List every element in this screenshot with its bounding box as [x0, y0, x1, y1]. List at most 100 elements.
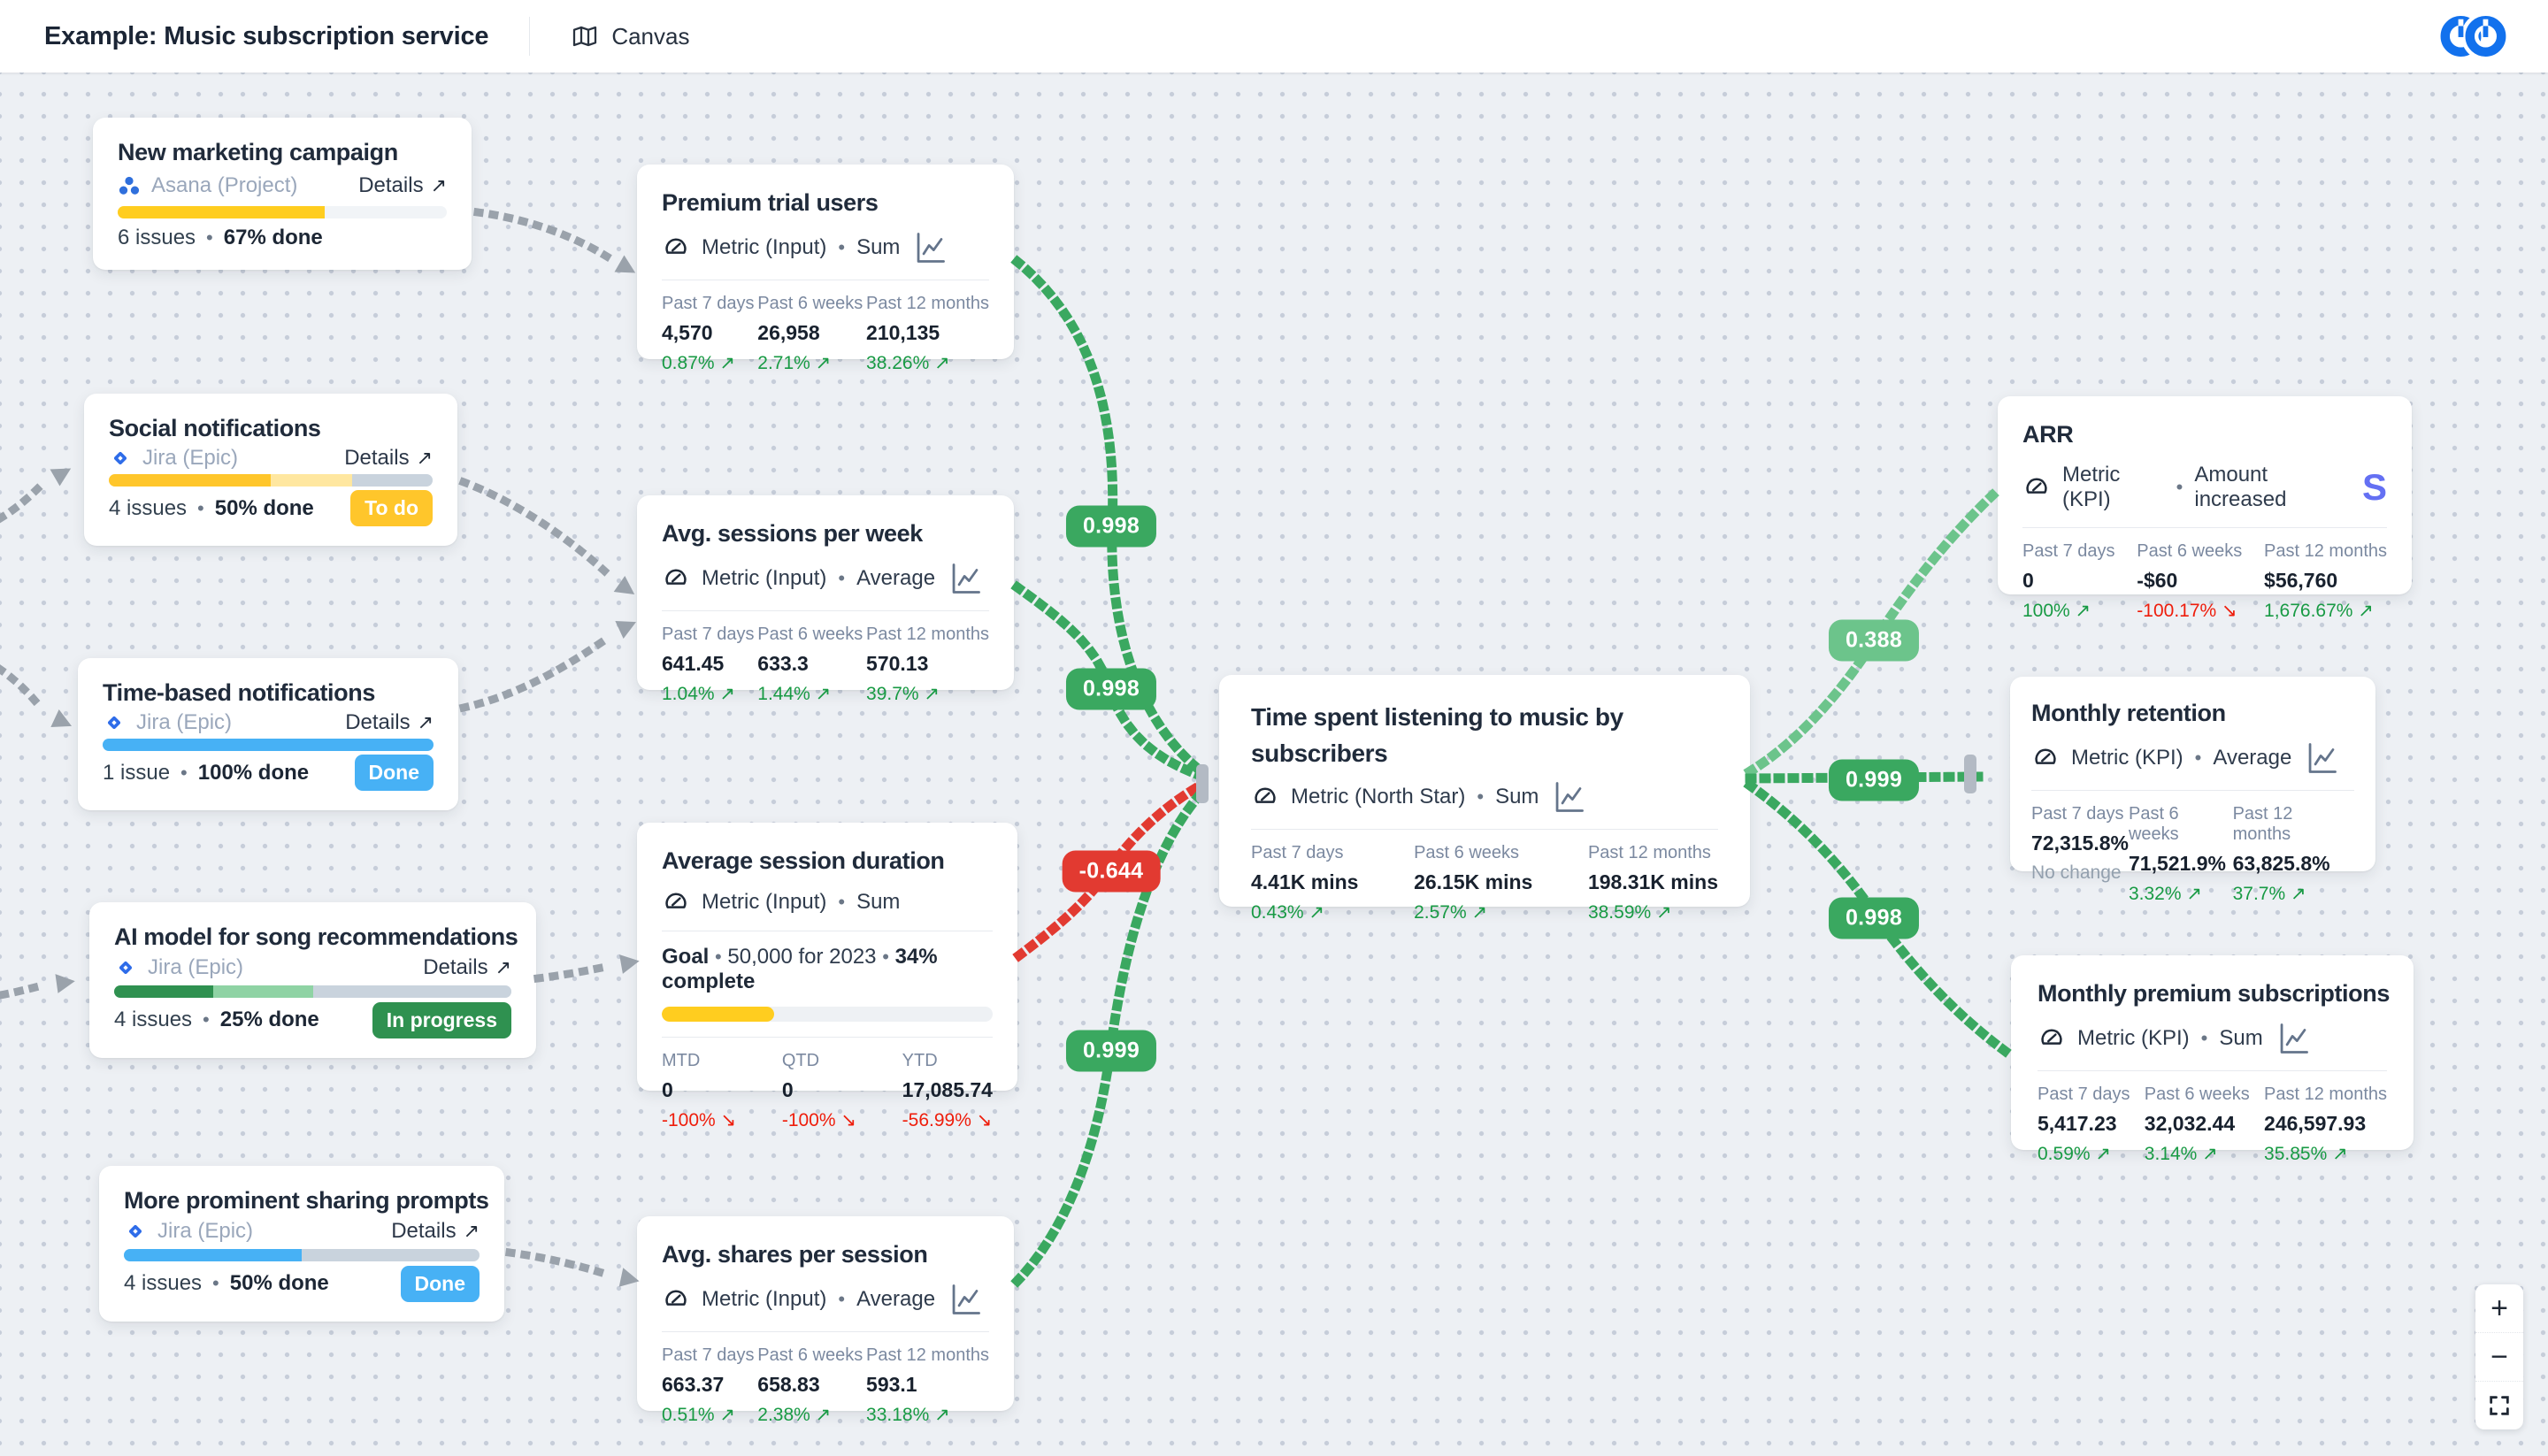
zoom-in-button[interactable]: + — [2475, 1284, 2523, 1333]
percent-done: 50% done — [230, 1271, 329, 1296]
connector-handle[interactable] — [1964, 755, 1976, 793]
gauge-icon — [2031, 745, 2060, 771]
stat-row: Past 7 days4,5700.87% ↗ Past 6 weeks26,9… — [662, 294, 989, 374]
percent-done: 100% done — [198, 761, 309, 785]
correlation-badge[interactable]: 0.998 — [1066, 669, 1156, 710]
goal-progress-fill — [662, 1007, 774, 1022]
correlation-badge[interactable]: 0.998 — [1829, 898, 1919, 939]
card-title: Social notifications — [109, 415, 433, 442]
source-label: Jira (Epic) — [157, 1219, 253, 1244]
strategy-canvas[interactable]: New marketing campaign Asana (Project) D… — [0, 73, 2548, 1456]
stripe-icon: S — [2362, 469, 2387, 506]
metric-type: Metric (North Star) — [1291, 785, 1465, 809]
metric-card-avg-session-duration[interactable]: Average session duration Metric (Input) … — [637, 823, 1017, 1091]
project-card-time-based-notifications[interactable]: Time-based notifications Jira (Epic) Det… — [78, 658, 458, 810]
gauge-icon — [662, 889, 690, 916]
percent-done: 25% done — [220, 1008, 319, 1032]
correlation-badge[interactable]: 0.998 — [1066, 506, 1156, 548]
metric-card-monthly-retention[interactable]: Monthly retention Metric (KPI) • Average… — [2010, 677, 2375, 871]
details-link[interactable]: Details ↗ — [423, 955, 511, 980]
asana-icon — [118, 175, 141, 196]
metric-aggregation: Average — [856, 566, 935, 591]
correlation-badge[interactable]: 0.999 — [1829, 760, 1919, 801]
zoom-out-button[interactable]: − — [2475, 1333, 2523, 1382]
issue-count: 4 issues — [109, 496, 187, 521]
jira-icon — [109, 447, 132, 470]
metric-type: Metric (Input) — [702, 1287, 826, 1312]
jira-source: Jira (Epic) — [124, 1219, 253, 1244]
metric-type: Metric (Input) — [702, 566, 826, 591]
metric-aggregation: Sum — [856, 235, 900, 260]
issue-count: 4 issues — [114, 1008, 192, 1032]
issue-count: 6 issues — [118, 226, 196, 250]
metric-card-north-star[interactable]: Time spent listening to music by subscri… — [1219, 675, 1750, 907]
progress-bar — [118, 206, 447, 218]
chart-icon[interactable] — [2275, 1022, 2312, 1055]
details-link[interactable]: Details ↗ — [391, 1219, 480, 1244]
source-label: Jira (Epic) — [142, 446, 238, 471]
card-title: Avg. shares per session — [662, 1241, 989, 1268]
progress-segment — [213, 985, 312, 998]
gauge-icon — [2022, 474, 2051, 501]
external-link-icon: ↗ — [417, 447, 433, 470]
metric-card-monthly-premium-subscriptions[interactable]: Monthly premium subscriptions Metric (KP… — [2011, 955, 2414, 1150]
correlation-badge[interactable]: 0.999 — [1066, 1031, 1156, 1072]
fullscreen-button[interactable] — [2475, 1382, 2523, 1429]
chart-icon[interactable] — [1550, 780, 1587, 814]
chart-icon[interactable] — [911, 231, 948, 264]
divider — [529, 17, 530, 56]
doubleloop-logo[interactable] — [2437, 12, 2509, 60]
workspace-title[interactable]: Example: Music subscription service — [44, 22, 488, 51]
chart-icon[interactable] — [947, 1283, 984, 1316]
metric-type: Metric (Input) — [702, 890, 826, 915]
details-link[interactable]: Details ↗ — [358, 173, 447, 198]
metric-type: Metric (KPI) — [2062, 463, 2165, 512]
project-card-sharing-prompts[interactable]: More prominent sharing prompts Jira (Epi… — [99, 1166, 504, 1322]
progress-bar — [114, 985, 511, 998]
project-card-social-notifications[interactable]: Social notifications Jira (Epic) Details… — [84, 394, 457, 546]
metric-type: Metric (KPI) — [2077, 1026, 2190, 1051]
metric-aggregation: Sum — [2219, 1026, 2262, 1051]
progress-bar — [103, 739, 434, 751]
connector-handle[interactable] — [1196, 764, 1209, 803]
details-link[interactable]: Details ↗ — [344, 446, 433, 471]
metric-card-avg-sessions[interactable]: Avg. sessions per week Metric (Input) • … — [637, 495, 1014, 690]
progress-segment — [114, 985, 213, 998]
issue-count: 4 issues — [124, 1271, 202, 1296]
metric-type: Metric (KPI) — [2071, 746, 2183, 770]
map-icon — [571, 22, 599, 50]
source-label: Jira (Epic) — [148, 955, 243, 980]
gauge-icon — [662, 234, 690, 261]
progress-segment — [313, 985, 512, 998]
progress-bar — [109, 474, 433, 487]
project-card-ai-model[interactable]: AI model for song recommendations Jira (… — [89, 902, 536, 1058]
metric-card-arr[interactable]: ARR Metric (KPI) • Amount increased S Pa… — [1998, 396, 2412, 594]
stat-row: Past 7 days0100% ↗ Past 6 weeks-$60-100.… — [2022, 541, 2387, 622]
metric-aggregation: Sum — [856, 890, 900, 915]
jira-source: Jira (Epic) — [114, 955, 243, 980]
progress-segment — [271, 474, 352, 487]
asana-source: Asana (Project) — [118, 173, 297, 198]
nav-canvas-tab[interactable]: Canvas — [571, 22, 689, 50]
project-card-new-marketing-campaign[interactable]: New marketing campaign Asana (Project) D… — [93, 118, 472, 270]
correlation-badge[interactable]: 0.388 — [1829, 620, 1919, 662]
metric-card-premium-trial-users[interactable]: Premium trial users Metric (Input) • Sum… — [637, 165, 1014, 359]
card-title: Average session duration — [662, 847, 993, 875]
details-link[interactable]: Details ↗ — [345, 710, 434, 735]
top-bar: Example: Music subscription service Canv… — [0, 0, 2548, 73]
card-title: New marketing campaign — [118, 139, 447, 166]
card-title: Time spent listening to music by subscri… — [1251, 700, 1718, 771]
stat-row: Past 7 days641.451.04% ↗ Past 6 weeks633… — [662, 625, 989, 705]
card-title: Premium trial users — [662, 189, 989, 217]
goal-progress-bar — [662, 1007, 993, 1022]
external-link-icon: ↗ — [464, 1220, 480, 1243]
correlation-badge[interactable]: -0.644 — [1063, 851, 1161, 893]
stat-row: Past 7 days5,417.230.59% ↗ Past 6 weeks3… — [2038, 1084, 2387, 1165]
chart-icon[interactable] — [947, 562, 984, 595]
metric-aggregation: Sum — [1495, 785, 1539, 809]
metric-type: Metric (Input) — [702, 235, 826, 260]
chart-icon[interactable] — [2303, 741, 2340, 775]
external-link-icon: ↗ — [495, 956, 511, 979]
metric-card-avg-shares[interactable]: Avg. shares per session Metric (Input) •… — [637, 1216, 1014, 1411]
percent-done: 50% done — [215, 496, 314, 521]
